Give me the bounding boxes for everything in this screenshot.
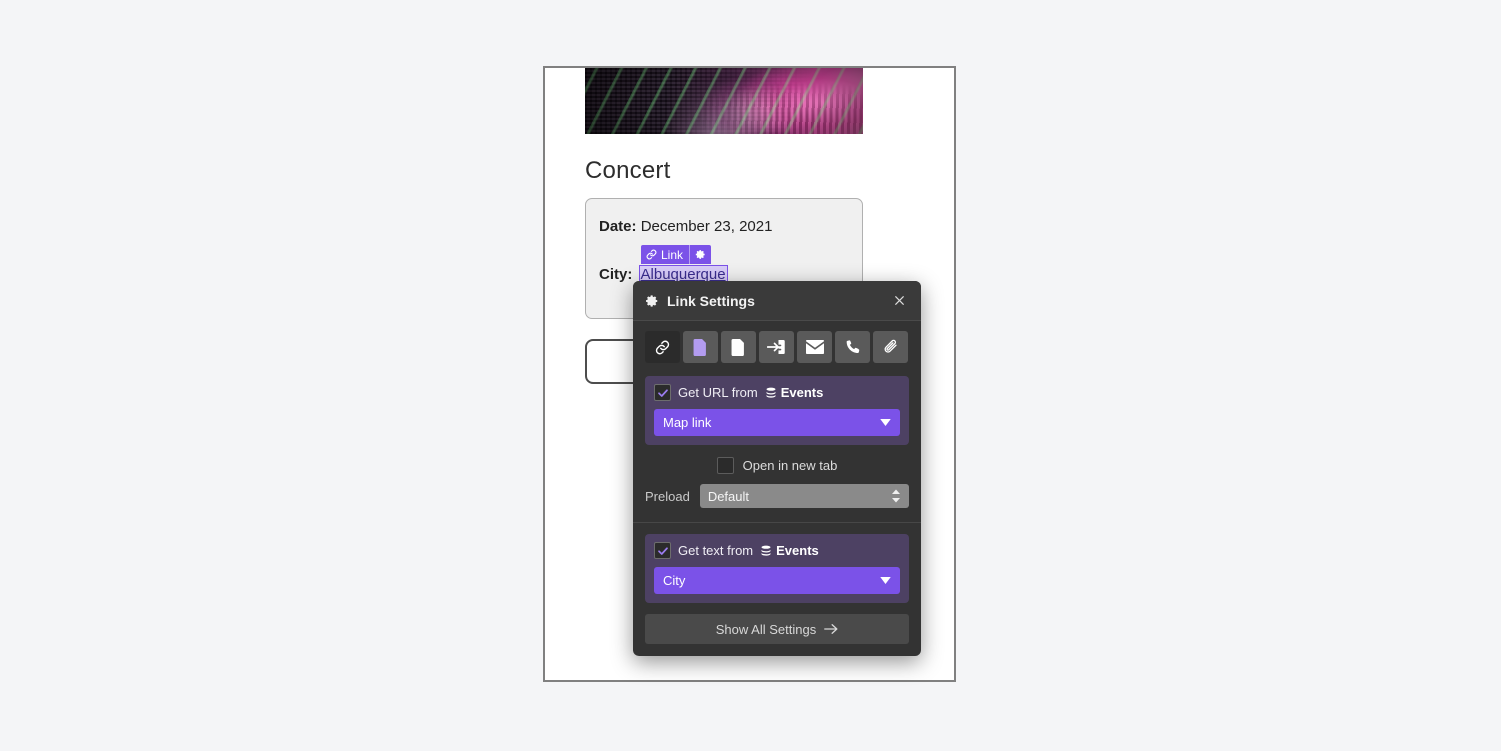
dialog-title: Link Settings <box>667 292 755 309</box>
paperclip-icon <box>883 339 899 356</box>
link-type-email-button[interactable] <box>797 331 832 363</box>
chain-link-icon <box>654 339 671 356</box>
chevron-down-icon <box>880 577 891 584</box>
concert-hero-image <box>585 68 863 134</box>
get-url-source-chip[interactable]: Events <box>765 385 824 400</box>
url-field-dropdown[interactable]: Map link <box>654 409 900 436</box>
link-type-url-button[interactable] <box>645 331 680 363</box>
dialog-body: Get URL from Events Map link Open in new… <box>633 321 921 656</box>
arrow-right-icon <box>824 623 838 635</box>
text-field-dropdown[interactable]: City <box>654 567 900 594</box>
show-all-settings-label: Show All Settings <box>715 621 817 637</box>
page-title: Concert <box>585 157 671 184</box>
get-url-source-name: Events <box>780 385 824 400</box>
updown-chevron-icon <box>891 489 901 503</box>
city-field-label: City: <box>599 266 633 283</box>
hero-vignette-layer <box>585 68 863 134</box>
link-badge-toolbar[interactable]: Link <box>641 245 712 264</box>
preload-row: Preload Default <box>645 484 909 508</box>
get-text-source-chip[interactable]: Events <box>760 543 819 558</box>
link-badge-gear-button[interactable] <box>690 245 711 264</box>
get-text-header: Get text from Events <box>654 542 900 559</box>
document-icon <box>731 338 746 356</box>
database-icon <box>765 387 777 399</box>
phone-icon <box>845 339 861 355</box>
dialog-header: Link Settings <box>633 281 921 321</box>
get-url-checkbox[interactable] <box>654 384 671 401</box>
link-type-file-button[interactable] <box>721 331 756 363</box>
date-field-label: Date: <box>599 218 637 235</box>
url-field-selected-value: Map link <box>663 415 712 430</box>
open-new-tab-label: Open in new tab <box>742 458 838 473</box>
get-text-source-name: Events <box>776 543 819 558</box>
link-badge-label: Link <box>661 247 684 262</box>
dialog-divider <box>633 522 921 523</box>
link-type-page-button[interactable] <box>683 331 718 363</box>
page-filled-icon <box>693 338 708 356</box>
link-type-phone-button[interactable] <box>835 331 870 363</box>
link-badge-main[interactable]: Link <box>641 245 689 264</box>
get-text-label: Get text from <box>678 543 754 558</box>
date-field-value: December 23, 2021 <box>640 218 773 235</box>
get-text-group: Get text from Events City <box>645 534 909 603</box>
close-icon <box>893 294 906 307</box>
date-field-row: Date: December 23, 2021 <box>599 218 772 235</box>
get-url-label: Get URL from <box>678 385 758 400</box>
text-field-selected-value: City <box>663 573 686 588</box>
jump-to-anchor-icon <box>767 339 786 355</box>
chevron-down-icon <box>880 419 891 426</box>
gear-icon <box>645 294 659 308</box>
get-url-group: Get URL from Events Map link <box>645 376 909 445</box>
link-type-anchor-button[interactable] <box>759 331 794 363</box>
preload-label: Preload <box>645 488 690 504</box>
get-url-header: Get URL from Events <box>654 384 900 401</box>
link-type-toolbar <box>645 331 909 363</box>
link-settings-dialog: Link Settings Get URL from Events Map li… <box>633 281 921 656</box>
link-type-attachment-button[interactable] <box>873 331 908 363</box>
database-icon <box>760 545 772 557</box>
show-all-settings-button[interactable]: Show All Settings <box>645 614 909 644</box>
open-new-tab-row: Open in new tab <box>645 457 909 474</box>
chain-link-icon <box>646 249 657 260</box>
envelope-icon <box>805 340 824 354</box>
gear-icon <box>695 249 706 260</box>
get-text-checkbox[interactable] <box>654 542 671 559</box>
preload-select[interactable]: Default <box>699 484 909 508</box>
close-button[interactable] <box>887 289 911 313</box>
preload-selected-value: Default <box>707 488 750 504</box>
open-new-tab-checkbox[interactable] <box>716 457 734 474</box>
